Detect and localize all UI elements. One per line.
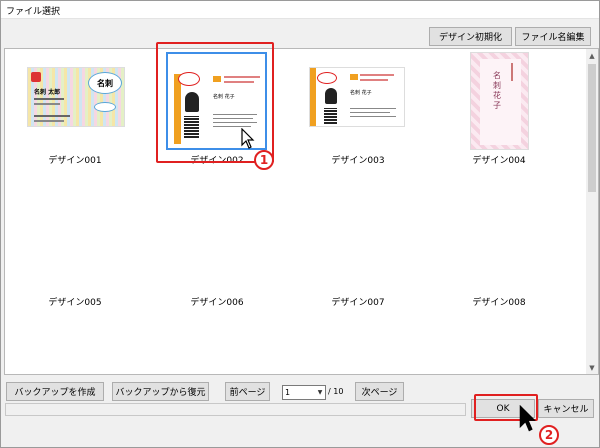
speech-bubble <box>317 72 337 84</box>
chevron-down-icon[interactable]: ▼ <box>315 386 325 399</box>
card-vertical-name: 名刺 花子 <box>493 71 501 110</box>
arrow-cursor-icon <box>519 405 536 432</box>
vertical-scrollbar[interactable]: ▲ ▼ <box>586 48 599 375</box>
page-select[interactable]: 1 ▼ <box>282 385 326 400</box>
small-bubble <box>94 102 116 112</box>
design-thumbnail-003[interactable]: 名刺 花子 <box>309 67 405 127</box>
page-total: / 10 <box>328 387 344 396</box>
triangle-up-icon[interactable]: ▲ <box>586 49 598 62</box>
card-line <box>34 115 70 117</box>
status-bar <box>5 403 466 416</box>
design-label-003: デザイン003 <box>331 156 385 166</box>
card-line <box>350 116 396 117</box>
triangle-down-icon[interactable]: ▼ <box>586 361 598 374</box>
step-2-marker: 2 <box>539 425 559 445</box>
design-label-008[interactable]: デザイン008 <box>439 295 559 308</box>
orange-strip <box>310 68 316 126</box>
card-line <box>360 74 394 76</box>
filename-edit-button[interactable]: ファイル名編集 <box>515 27 591 46</box>
logo-icon <box>350 74 358 80</box>
card-line <box>511 63 513 81</box>
prev-page-button[interactable]: 前ページ <box>225 382 270 401</box>
page-select-value: 1 <box>285 388 291 397</box>
window-title: ファイル選択 <box>6 7 61 17</box>
design-label-001: デザイン001 <box>48 156 102 166</box>
design-thumbnail-001[interactable]: 名刺 太郎 名刺 <box>27 67 125 127</box>
card-line <box>350 112 390 113</box>
scroll-thumb[interactable] <box>588 64 596 192</box>
selection-callout <box>156 42 274 163</box>
design-label-007[interactable]: デザイン007 <box>298 295 418 308</box>
design-label-006[interactable]: デザイン006 <box>157 295 277 308</box>
card-line <box>350 108 396 109</box>
cancel-button[interactable]: キャンセル <box>538 399 594 418</box>
design-label-004: デザイン004 <box>472 156 526 166</box>
arrow-cursor-icon <box>241 128 255 149</box>
create-backup-button[interactable]: バックアップを作成 <box>6 382 104 401</box>
design-reset-button[interactable]: デザイン初期化 <box>429 27 512 46</box>
logo-icon <box>31 72 41 82</box>
next-page-button[interactable]: 次ページ <box>355 382 404 401</box>
restore-backup-button[interactable]: バックアップから復元 <box>112 382 209 401</box>
design-thumbnail-004[interactable]: 名刺 花子 <box>470 52 529 150</box>
portrait <box>325 88 337 104</box>
card-name: 名刺 花子 <box>350 90 372 96</box>
design-label-005[interactable]: デザイン005 <box>15 295 135 308</box>
card-line <box>34 120 64 122</box>
file-select-dialog: ファイル選択 デザイン初期化 ファイル名編集 名刺 太郎 名刺 名刺 花子 名刺… <box>0 0 600 448</box>
card-line <box>34 103 60 105</box>
card-line <box>34 98 64 100</box>
card-line <box>360 79 388 81</box>
card-name: 名刺 太郎 <box>34 89 61 96</box>
step-1-marker: 1 <box>254 150 274 170</box>
qr-code-icon <box>324 108 337 124</box>
design-grid: 名刺 太郎 名刺 名刺 花子 名刺 花子 名刺 花子 デザイン001 デザイン0… <box>4 48 587 375</box>
speech-bubble: 名刺 <box>88 72 122 94</box>
title-bar: ファイル選択 <box>1 1 599 19</box>
